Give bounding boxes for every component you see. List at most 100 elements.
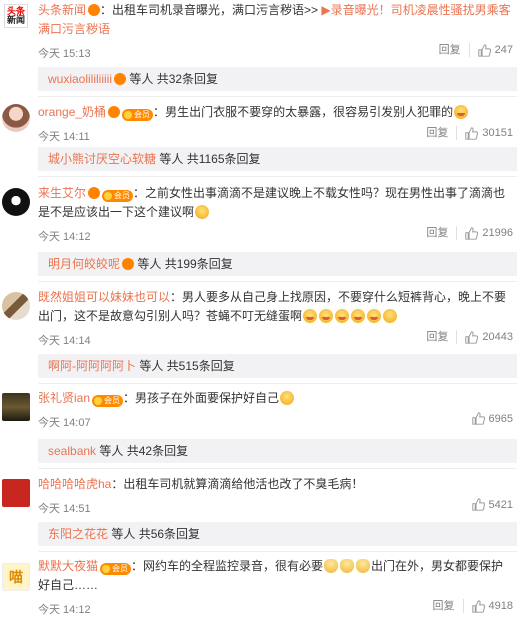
- comment-feed: 头条 新闻 头条新闻 ：出租车司机录音曝光，满口污言秽语>> ▶录音曝光！司机凌晨…: [0, 0, 521, 618]
- comment-text: 头条新闻 ：出租车司机录音曝光，满口污言秽语>> ▶录音曝光！司机凌晨性骚扰男乘客…: [38, 1, 515, 39]
- sub-replies-bar[interactable]: 城小熊讨厌空心软糖 等人 共1165条回复: [38, 147, 517, 171]
- reply-button[interactable]: 回复: [426, 330, 458, 344]
- reply-button[interactable]: 回复: [426, 226, 458, 240]
- thumbs-up-icon: [465, 330, 479, 344]
- sub-reply-user[interactable]: 明月何皎皎呢: [48, 257, 120, 271]
- sub-reply-connector: 等人: [156, 152, 187, 166]
- verified-badge-icon: [114, 73, 127, 85]
- pray-emoji-icon: [324, 559, 339, 573]
- colon: ：: [111, 477, 124, 491]
- comment-body: 出租车司机就算滴滴给他活也改了不臭毛病！: [123, 477, 364, 491]
- comment-text: 默默大夜猫 会员 ：网约车的全程监控录音，很有必要 出门在外，男女都要保护好自己……: [38, 557, 515, 595]
- verified-badge-icon: [108, 106, 121, 118]
- sub-reply-count[interactable]: 共32条回复: [157, 72, 218, 86]
- divider: [38, 176, 517, 177]
- avatar-text: 喵: [9, 569, 23, 585]
- like-count: 21996: [482, 227, 513, 239]
- sub-reply-count[interactable]: 共56条回复: [139, 527, 200, 541]
- sub-reply-user[interactable]: 啊阿-阿阿阿阿卜: [48, 359, 136, 373]
- reply-button[interactable]: 回复: [439, 43, 470, 57]
- divider: [38, 96, 517, 97]
- comment-text: 来生艾尔 会员 ：之前女性出事滴滴不是建议晚上不载女性吗？现在男性出事了滴滴也是不是…: [38, 184, 515, 222]
- user-avatar[interactable]: [2, 292, 30, 320]
- blush-emoji-icon: [303, 309, 318, 323]
- sub-replies-bar[interactable]: wuxiaolililiiiii 等人 共32条回复: [38, 67, 517, 91]
- sub-reply-user[interactable]: 城小熊讨厌空心软糖: [48, 152, 156, 166]
- comment-time: 今天 14:07: [38, 417, 91, 429]
- verified-badge-icon: [122, 258, 135, 270]
- sub-replies-bar[interactable]: 东阳之花花 等人 共56条回复: [38, 522, 517, 546]
- cat-avatar[interactable]: 喵: [2, 563, 30, 591]
- username-link[interactable]: 默默大夜猫: [38, 559, 98, 573]
- vip-badge: 会员: [122, 109, 154, 121]
- vip-badge: 会员: [102, 190, 134, 202]
- comment-body: 网约车的全程监控录音，很有必要: [143, 559, 324, 573]
- divider: [38, 468, 517, 469]
- comment-time: 今天 14:11: [38, 131, 90, 143]
- colon: ：: [100, 3, 113, 17]
- comment-text: 哈哈哈哈虎ha：出租车司机就算滴滴给他活也改了不臭毛病！: [38, 475, 515, 494]
- comment-meta: 今天 14:12 回复 4918: [38, 599, 515, 617]
- like-button[interactable]: 6965: [471, 412, 513, 425]
- comment-time: 今天 15:13: [38, 48, 91, 60]
- like-count: 5421: [488, 498, 513, 511]
- like-button[interactable]: 4918: [471, 599, 513, 613]
- comment-body: 出租车司机录音曝光，满口污言秽语>>: [112, 3, 322, 17]
- user-avatar[interactable]: [2, 479, 30, 507]
- colon: ：: [133, 186, 146, 200]
- blush-emoji-icon: [335, 309, 350, 323]
- comment-time: 今天 14:51: [38, 503, 91, 515]
- sub-reply-user[interactable]: wuxiaolililiiiii: [48, 72, 112, 86]
- like-count: 4918: [488, 600, 513, 612]
- thumbs-up-icon: [477, 43, 491, 57]
- sub-reply-connector: 等人: [136, 359, 167, 373]
- divider: [38, 551, 517, 552]
- reply-button[interactable]: 回复: [426, 126, 458, 140]
- colon: ：: [153, 105, 166, 119]
- user-avatar[interactable]: [2, 393, 30, 421]
- news-logo-avatar[interactable]: 头条 新闻: [4, 4, 28, 28]
- thumbs-up-icon: [465, 126, 479, 140]
- sub-replies-bar[interactable]: 明月何皎皎呢 等人 共199条回复: [38, 252, 517, 276]
- username-link[interactable]: 头条新闻: [38, 3, 86, 17]
- like-count: 247: [494, 44, 513, 56]
- sub-reply-count[interactable]: 共199条回复: [165, 257, 233, 271]
- sub-replies-bar[interactable]: 啊阿-阿阿阿阿卜 等人 共515条回复: [38, 354, 517, 378]
- like-button[interactable]: 30151: [465, 126, 513, 140]
- username-link[interactable]: 张礼贤ian: [38, 391, 90, 405]
- reply-button[interactable]: 回复: [433, 599, 464, 613]
- sub-reply-connector: 等人: [134, 257, 165, 271]
- verified-badge-icon: [88, 187, 101, 199]
- logo-text: 新闻: [6, 15, 25, 25]
- verified-badge-icon: [88, 4, 101, 16]
- like-button[interactable]: 20443: [465, 330, 513, 344]
- colon: ：: [131, 559, 144, 573]
- comment-meta: 今天 14:14 回复 20443: [38, 330, 515, 348]
- comment-body: 男孩子在外面要保护好自己: [135, 391, 280, 405]
- sub-reply-user[interactable]: sealbank: [48, 444, 96, 458]
- smile-emoji-icon: [383, 309, 398, 323]
- like-count: 6965: [488, 412, 513, 425]
- like-button[interactable]: 247: [477, 43, 513, 57]
- sub-reply-count[interactable]: 共515条回复: [167, 359, 235, 373]
- like-button[interactable]: 21996: [465, 226, 513, 240]
- sub-replies-bar[interactable]: sealbank 等人 共42条回复: [38, 439, 517, 463]
- comment-meta: 今天 15:13 回复 247: [38, 43, 515, 61]
- username-link[interactable]: orange_奶桶: [38, 105, 106, 119]
- sub-reply-count[interactable]: 共42条回复: [127, 444, 188, 458]
- user-avatar[interactable]: [2, 104, 30, 132]
- smile-emoji-icon: [280, 391, 295, 405]
- username-link[interactable]: 哈哈哈哈虎ha: [38, 477, 111, 491]
- thumbs-up-icon: [471, 412, 485, 425]
- like-button[interactable]: 5421: [471, 498, 513, 511]
- grin-emoji-icon: [195, 205, 210, 219]
- sub-reply-user[interactable]: 东阳之花花: [48, 527, 108, 541]
- divider: [38, 383, 517, 384]
- user-avatar[interactable]: [2, 188, 30, 216]
- divider: [38, 281, 517, 282]
- username-link[interactable]: 既然姐姐可以妹妹也可以: [38, 290, 170, 304]
- comment-meta: 今天 14:12 回复 21996: [38, 226, 515, 244]
- username-link[interactable]: 来生艾尔: [38, 186, 86, 200]
- thumbs-up-icon: [471, 498, 485, 511]
- sub-reply-count[interactable]: 共1165条回复: [187, 152, 261, 166]
